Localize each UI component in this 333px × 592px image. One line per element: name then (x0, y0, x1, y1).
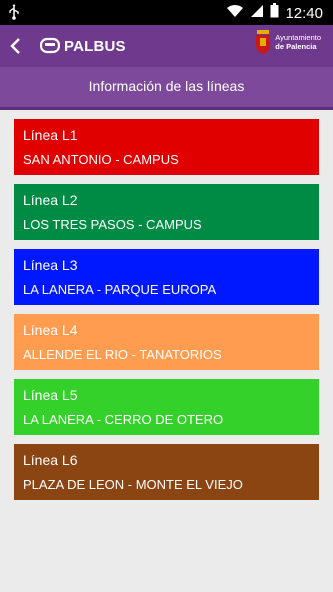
chevron-left-icon (10, 38, 20, 54)
line-card[interactable]: Línea L3 LA LANERA - PARQUE EUROPA (14, 249, 319, 305)
line-card[interactable]: Línea L2 LOS TRES PASOS - CAMPUS (14, 184, 319, 240)
line-route: LOS TRES PASOS - CAMPUS (23, 217, 202, 232)
signal-icon (250, 4, 264, 23)
municipality-line2: de Palencia (275, 42, 317, 51)
municipality-text: Ayuntamiento de Palencia (275, 33, 321, 51)
page-title: Información de las líneas (88, 78, 245, 94)
line-card[interactable]: Línea L5 LA LANERA - CERRO DE OTERO (14, 379, 319, 435)
wifi-icon (226, 4, 244, 23)
line-name: Línea L2 (23, 192, 78, 208)
line-name: Línea L6 (23, 452, 78, 468)
line-name: Línea L4 (23, 322, 78, 338)
battery-icon (270, 3, 279, 23)
municipality-logo: Ayuntamiento de Palencia (255, 30, 321, 54)
line-name: Línea L1 (23, 127, 78, 143)
line-route: LA LANERA - CERRO DE OTERO (23, 412, 224, 427)
logo-text: PALBUS (64, 37, 126, 55)
usb-icon (8, 4, 20, 25)
line-name: Línea L5 (23, 387, 78, 403)
app-bar: PALBUS Ayuntamiento de Palencia (0, 25, 333, 67)
line-route: PLAZA DE LEON - MONTE EL VIEJO (23, 477, 243, 492)
bus-logo-icon (40, 37, 60, 54)
line-card[interactable]: Línea L1 SAN ANTONIO - CAMPUS (14, 119, 319, 175)
line-card[interactable]: Línea L4 ALLENDE EL RIO - TANATORIOS (14, 314, 319, 370)
coat-of-arms-icon (256, 30, 271, 54)
line-route: SAN ANTONIO - CAMPUS (23, 152, 179, 167)
lines-list: Línea L1 SAN ANTONIO - CAMPUS Línea L2 LOS … (14, 119, 319, 509)
section-header: Información de las líneas (0, 67, 333, 110)
back-button[interactable] (6, 35, 26, 57)
line-route: LA LANERA - PARQUE EUROPA (23, 282, 217, 297)
line-route: ALLENDE EL RIO - TANATORIOS (23, 347, 222, 362)
line-name: Línea L3 (23, 257, 78, 273)
palbus-logo: PALBUS (40, 36, 126, 56)
line-card[interactable]: Línea L6 PLAZA DE LEON - MONTE EL VIEJO (14, 444, 319, 500)
status-time: 12:40 (285, 4, 323, 22)
status-bar: 12:40 (0, 0, 333, 25)
municipality-line1: Ayuntamiento (275, 33, 321, 42)
